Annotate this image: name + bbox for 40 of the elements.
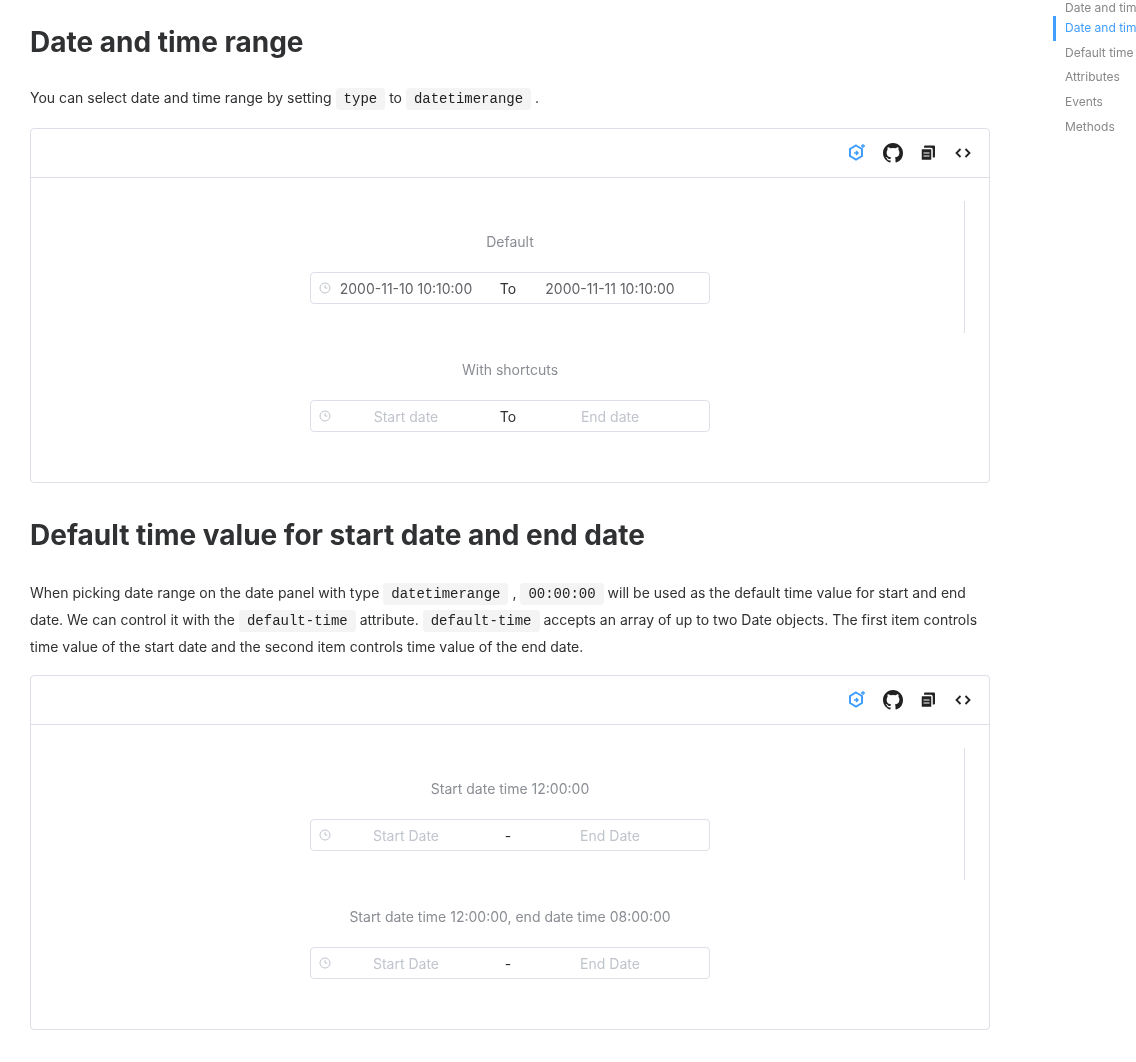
range-separator: To xyxy=(498,278,518,299)
date-placeholder: Start date xyxy=(372,406,440,427)
date-placeholder: End date xyxy=(579,406,641,427)
toc-link[interactable]: Events xyxy=(1053,89,1136,115)
date-placeholder: Start Date xyxy=(371,825,441,846)
clock-icon xyxy=(319,829,331,841)
copy-icon[interactable] xyxy=(919,144,937,162)
date-value: 2000-11-11 10:10:00 xyxy=(544,278,676,299)
demo-label: Start date time 12:00:00 xyxy=(430,779,590,799)
description-text: You can select date and time range by setting type to datetimerange . xyxy=(30,85,990,112)
github-icon[interactable] xyxy=(883,143,903,163)
range-separator: - xyxy=(503,953,513,974)
range-separator: To xyxy=(498,406,518,427)
date-range-field[interactable]: Start date To End date xyxy=(310,400,710,432)
date-placeholder: End Date xyxy=(579,953,641,974)
section-heading: Date and time range xyxy=(30,24,305,60)
cube-icon[interactable] xyxy=(847,690,867,710)
clock-icon xyxy=(319,410,331,422)
clock-icon xyxy=(319,282,331,294)
copy-icon[interactable] xyxy=(919,691,937,709)
toc-link[interactable]: Methods xyxy=(1053,114,1136,139)
date-placeholder: End Date xyxy=(579,825,641,846)
toc-link[interactable]: Date and tim xyxy=(1053,0,1136,16)
toc-link[interactable]: Default time xyxy=(1053,40,1136,66)
toc-link[interactable]: Date and tim xyxy=(1053,16,1136,41)
demo-label: Default xyxy=(486,232,534,252)
description-text: When picking date range on the date panel with type datetimerange , 00:00:00 will be used as the default time value for start and end date. We can control it with the default-time attribute. default-time accepts an array of up to two Date objects. The first item controls time value of the start date and the second item controls time value of the end date. xyxy=(30,582,978,657)
range-separator: - xyxy=(503,825,513,846)
date-value: 2000-11-10 10:10:00 xyxy=(338,278,474,299)
cube-icon[interactable] xyxy=(847,143,867,163)
section-heading: Default time value for start date and end date xyxy=(30,517,646,553)
demo-label: Start date time 12:00:00, end date time 08:00:00 xyxy=(349,907,671,927)
github-icon[interactable] xyxy=(883,690,903,710)
date-range-field[interactable]: Start Date - End Date xyxy=(310,947,710,979)
date-placeholder: Start Date xyxy=(371,953,441,974)
demo-label: With shortcuts xyxy=(461,360,559,380)
date-range-field[interactable]: 2000-11-10 10:10:00 To 2000-11-11 10:10:00 xyxy=(310,272,710,304)
toc-link[interactable]: Attributes xyxy=(1053,65,1136,90)
date-range-field[interactable]: Start Date - End Date xyxy=(310,819,710,851)
clock-icon xyxy=(319,957,331,969)
